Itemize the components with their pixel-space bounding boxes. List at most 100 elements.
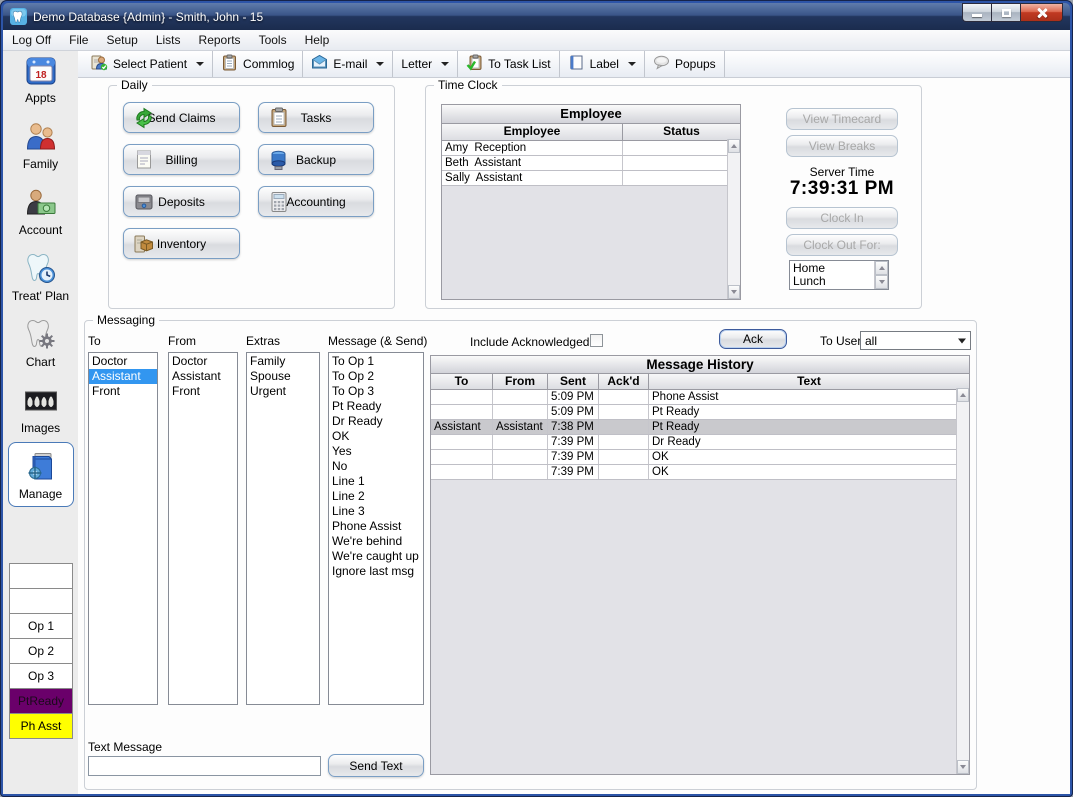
message-option-dr-ready[interactable]: Dr Ready xyxy=(329,414,423,429)
billing-button[interactable]: Billing xyxy=(123,144,240,175)
chevron-down-icon[interactable] xyxy=(196,62,204,66)
scroll-down-icon[interactable] xyxy=(875,275,888,289)
deposits-button[interactable]: Deposits xyxy=(123,186,240,217)
include-acknowledged-checkbox[interactable] xyxy=(590,334,603,347)
chevron-down-icon[interactable] xyxy=(441,62,449,66)
employee-column-header[interactable]: Employee xyxy=(442,124,623,140)
view-breaks-button[interactable]: View Breaks xyxy=(786,135,898,157)
tasks-button[interactable]: Tasks xyxy=(258,102,374,133)
sidebar-module-appts[interactable]: 18Appts xyxy=(3,54,78,105)
scroll-down-icon[interactable] xyxy=(728,285,740,299)
minimize-button[interactable] xyxy=(962,3,991,22)
menu-item-lists[interactable]: Lists xyxy=(147,31,190,49)
extras-listbox[interactable]: FamilySpouseUrgent xyxy=(246,352,320,705)
chevron-down-icon[interactable] xyxy=(376,62,384,66)
employee-row[interactable]: Beth Assistant xyxy=(442,156,740,171)
backup-button[interactable]: Backup xyxy=(258,144,374,175)
message-option-ignore-last-msg[interactable]: Ignore last msg xyxy=(329,564,423,579)
menu-item-log-off[interactable]: Log Off xyxy=(3,31,60,49)
title-bar[interactable]: Demo Database {Admin} - Smith, John - 15 xyxy=(3,3,1070,30)
message-option-phone-assist[interactable]: Phone Assist xyxy=(329,519,423,534)
toolbar-popups-button[interactable]: Popups xyxy=(645,51,724,77)
maximize-button[interactable] xyxy=(991,3,1020,22)
message-option-to-op-1[interactable]: To Op 1 xyxy=(329,354,423,369)
to-option-assistant[interactable]: Assistant xyxy=(89,369,157,384)
clock-out-for-button[interactable]: Clock Out For: xyxy=(786,234,898,256)
message-option-pt-ready[interactable]: Pt Ready xyxy=(329,399,423,414)
history-col-ackd[interactable]: Ack'd xyxy=(599,374,649,389)
send-text-button[interactable]: Send Text xyxy=(328,754,424,777)
message-option-line-2[interactable]: Line 2 xyxy=(329,489,423,504)
toolbar-e-mail-button[interactable]: E-mail xyxy=(303,51,392,77)
sidebar-module-treat-plan[interactable]: Treat' Plan xyxy=(3,252,78,303)
close-button[interactable] xyxy=(1020,3,1063,22)
message-option-yes[interactable]: Yes xyxy=(329,444,423,459)
extras-option-urgent[interactable]: Urgent xyxy=(247,384,319,399)
employee-table-scrollbar[interactable] xyxy=(727,139,740,299)
sidebar-module-family[interactable]: Family xyxy=(3,120,78,171)
clock-out-scrollbar[interactable] xyxy=(874,261,888,289)
history-scrollbar[interactable] xyxy=(956,388,969,774)
quick-item-empty[interactable] xyxy=(9,563,73,589)
clock-out-options-list[interactable]: HomeLunch xyxy=(789,260,889,290)
extras-option-family[interactable]: Family xyxy=(247,354,319,369)
message-option-line-1[interactable]: Line 1 xyxy=(329,474,423,489)
message-option-we-re-caught-up[interactable]: We're caught up xyxy=(329,549,423,564)
history-row[interactable]: 5:09 PMPhone Assist xyxy=(431,390,969,405)
quick-item-op-3[interactable]: Op 3 xyxy=(9,663,73,689)
from-listbox[interactable]: DoctorAssistantFront xyxy=(168,352,238,705)
toolbar-commlog-button[interactable]: Commlog xyxy=(213,51,302,77)
quick-item-empty[interactable] xyxy=(9,588,73,614)
clock-out-option-lunch[interactable]: Lunch xyxy=(790,275,874,288)
sidebar-module-manage[interactable]: Manage xyxy=(3,450,78,501)
toolbar-label-button[interactable]: Label xyxy=(560,51,644,77)
quick-item-op-1[interactable]: Op 1 xyxy=(9,613,73,639)
menu-item-reports[interactable]: Reports xyxy=(190,31,250,49)
toolbar-select-patient-button[interactable]: Select Patient xyxy=(83,51,212,77)
history-row[interactable]: 7:39 PMOK xyxy=(431,450,969,465)
message-send-listbox[interactable]: To Op 1To Op 2To Op 3Pt ReadyDr ReadyOKY… xyxy=(328,352,424,705)
message-option-to-op-2[interactable]: To Op 2 xyxy=(329,369,423,384)
employee-row[interactable]: Sally Assistant xyxy=(442,171,740,186)
history-col-from[interactable]: From xyxy=(493,374,548,389)
status-column-header[interactable]: Status xyxy=(623,124,740,140)
message-option-we-re-behind[interactable]: We're behind xyxy=(329,534,423,549)
history-col-sent[interactable]: Sent xyxy=(548,374,599,389)
accounting-button[interactable]: Accounting xyxy=(258,186,374,217)
quick-item-ptready[interactable]: PtReady xyxy=(9,688,73,714)
send-claims-button[interactable]: Send Claims xyxy=(123,102,240,133)
sidebar-module-images[interactable]: Images xyxy=(3,384,78,435)
to-listbox[interactable]: DoctorAssistantFront xyxy=(88,352,158,705)
history-row[interactable]: 7:39 PMOK xyxy=(431,465,969,480)
scroll-up-icon[interactable] xyxy=(875,261,888,275)
toolbar-letter-button[interactable]: Letter xyxy=(393,51,457,77)
message-option-no[interactable]: No xyxy=(329,459,423,474)
sidebar-module-account[interactable]: Account xyxy=(3,186,78,237)
history-row[interactable]: 5:09 PMPt Ready xyxy=(431,405,969,420)
sidebar-module-chart[interactable]: Chart xyxy=(3,318,78,369)
message-option-ok[interactable]: OK xyxy=(329,429,423,444)
menu-item-tools[interactable]: Tools xyxy=(250,31,296,49)
quick-item-ph-asst[interactable]: Ph Asst xyxy=(9,713,73,739)
inventory-button[interactable]: Inventory xyxy=(123,228,240,259)
to-user-dropdown[interactable]: all xyxy=(860,331,971,350)
from-option-doctor[interactable]: Doctor xyxy=(169,354,237,369)
scroll-up-icon[interactable] xyxy=(957,388,969,402)
chevron-down-icon[interactable] xyxy=(628,62,636,66)
history-row[interactable]: 7:39 PMDr Ready xyxy=(431,435,969,450)
history-col-to[interactable]: To xyxy=(431,374,493,389)
to-option-front[interactable]: Front xyxy=(89,384,157,399)
quick-item-op-2[interactable]: Op 2 xyxy=(9,638,73,664)
text-message-input[interactable] xyxy=(88,756,321,776)
scroll-down-icon[interactable] xyxy=(957,760,969,774)
history-col-text[interactable]: Text xyxy=(649,374,969,389)
message-option-line-3[interactable]: Line 3 xyxy=(329,504,423,519)
view-timecard-button[interactable]: View Timecard xyxy=(786,108,898,130)
history-row[interactable]: AssistantAssistant7:38 PMPt Ready xyxy=(431,420,969,435)
to-option-doctor[interactable]: Doctor xyxy=(89,354,157,369)
ack-button[interactable]: Ack xyxy=(719,329,787,349)
message-option-to-op-3[interactable]: To Op 3 xyxy=(329,384,423,399)
toolbar-to-task-list-button[interactable]: To Task List xyxy=(458,51,558,77)
scroll-up-icon[interactable] xyxy=(728,139,740,153)
from-option-front[interactable]: Front xyxy=(169,384,237,399)
